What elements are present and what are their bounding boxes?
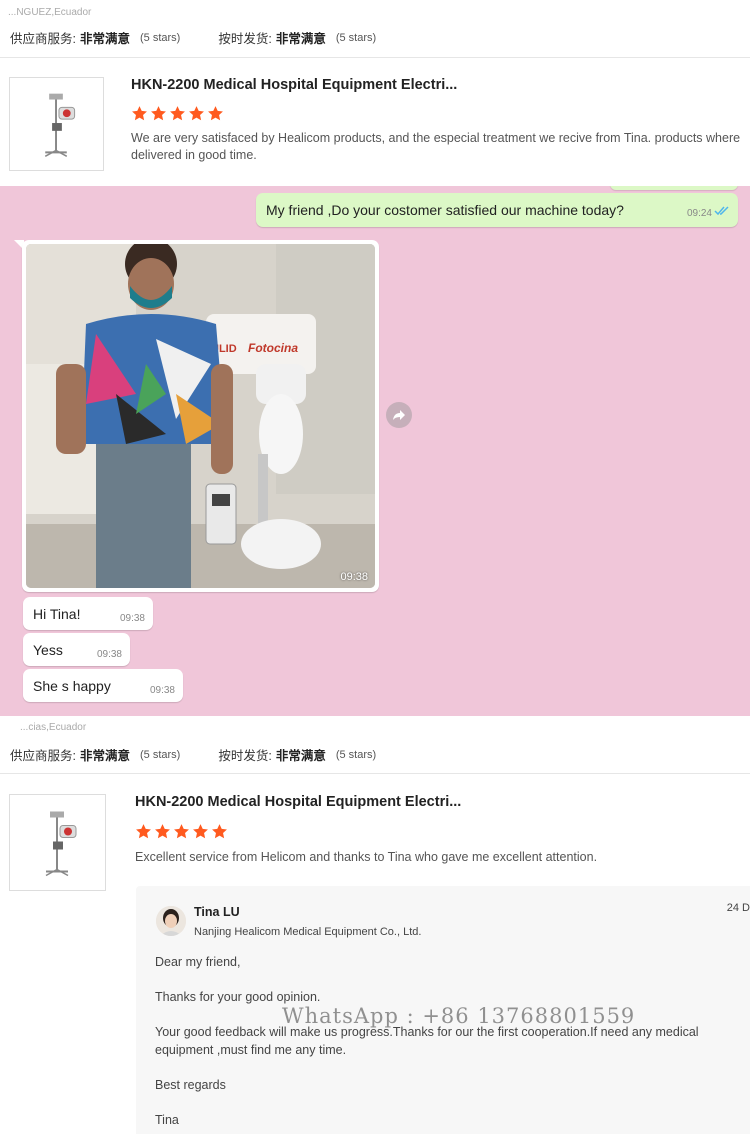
reply-signature: Tina (155, 1113, 179, 1127)
star-icon (169, 105, 186, 122)
star-icon (207, 105, 224, 122)
rating-label: 供应商服务: (10, 32, 76, 46)
rating-stars: (5 stars) (140, 31, 181, 44)
divider (0, 57, 750, 58)
review-text: We are very satisfaced by Healicom produ… (131, 131, 741, 162)
xray-unit-icon (45, 811, 77, 877)
star-icon (135, 823, 152, 840)
review-text: Excellent service from Helicom and thank… (135, 850, 598, 864)
message-text: My friend ,Do your costomer satisfied ou… (266, 202, 624, 218)
message-text: She s happy (33, 678, 111, 694)
rating-value: 非常满意 (275, 32, 326, 46)
outgoing-message[interactable]: My friend ,Do your costomer satisfied ou… (256, 193, 738, 227)
star-rating (131, 105, 224, 122)
message-text: Hi Tina! (33, 606, 81, 622)
reviewer-location: ...cias,Ecuador (20, 722, 87, 733)
message-time: 09:24 (686, 208, 712, 219)
customer-photo[interactable]: ULID Fotocina 09:38 (26, 244, 375, 588)
reply-author: Tina LU (194, 905, 240, 919)
rating-label: 供应商服务: (10, 749, 76, 763)
rating-value: 非常满意 (275, 749, 326, 763)
forward-arrow-icon (393, 410, 405, 420)
star-icon (173, 823, 190, 840)
chat-screenshot: My friend ,Do your costomer satisfied ou… (0, 186, 750, 716)
reply-date: 24 D (726, 902, 750, 914)
star-icon (154, 823, 171, 840)
star-icon (188, 105, 205, 122)
incoming-message[interactable]: Yess 09:38 (23, 633, 130, 666)
reply-greeting: Dear my friend, (155, 955, 241, 969)
message-time: 09:38 (149, 685, 175, 696)
star-icon (131, 105, 148, 122)
avatar (156, 906, 186, 936)
star-icon (150, 105, 167, 122)
product-thumbnail[interactable] (9, 77, 104, 171)
reply-company: Nanjing Healicom Medical Equipment Co., … (194, 926, 422, 938)
review-card-1: ...NGUEZ,Ecuador 供应商服务: 非常满意 (5 stars) 按… (0, 0, 750, 185)
message-text: Yess (33, 642, 63, 658)
rating-value: 非常满意 (79, 749, 130, 763)
review-card-2: ...cias,Ecuador 供应商服务: 非常满意 (5 stars) 按时… (0, 716, 750, 1134)
incoming-message[interactable]: Hi Tina! 09:38 (23, 597, 153, 630)
message-time: 09:38 (96, 649, 122, 660)
rating-stars: (5 stars) (335, 31, 377, 44)
product-title[interactable]: HKN-2200 Medical Hospital Equipment Elec… (135, 794, 461, 810)
read-ticks-icon (714, 206, 729, 216)
divider (0, 773, 750, 774)
reviewer-location: ...NGUEZ,Ecuador (8, 7, 92, 18)
reply-line: Your good feedback will make us progress… (155, 1025, 699, 1057)
forward-button[interactable] (386, 402, 412, 428)
rating-summary: 供应商服务: 非常满意 (5 stars) 按时发货: 非常满意 (5 star… (10, 745, 376, 764)
product-title[interactable]: HKN-2200 Medical Hospital Equipment Elec… (131, 77, 457, 93)
photo-message[interactable]: ULID Fotocina 09:38 (22, 240, 379, 592)
xray-unit-icon (44, 93, 76, 157)
watermark: WhatsApp : +86 13768801559 (282, 1004, 636, 1028)
rating-stars: (5 stars) (335, 748, 377, 761)
previous-message-edge (610, 186, 738, 190)
incoming-message[interactable]: She s happy 09:38 (23, 669, 183, 702)
rating-label: 按时发货: (218, 32, 272, 46)
product-thumbnail[interactable] (9, 794, 106, 891)
reply-closing: Best regards (155, 1078, 226, 1092)
svg-text:Fotocina: Fotocina (248, 341, 298, 355)
star-icon (192, 823, 209, 840)
rating-stars: (5 stars) (140, 748, 181, 761)
rating-label: 按时发货: (218, 749, 272, 763)
rating-value: 非常满意 (79, 32, 130, 46)
photo-time: 09:38 (340, 571, 368, 583)
star-rating (135, 823, 228, 840)
message-time: 09:38 (119, 613, 145, 624)
rating-summary: 供应商服务: 非常满意 (5 stars) 按时发货: 非常满意 (5 star… (10, 28, 376, 47)
star-icon (211, 823, 228, 840)
